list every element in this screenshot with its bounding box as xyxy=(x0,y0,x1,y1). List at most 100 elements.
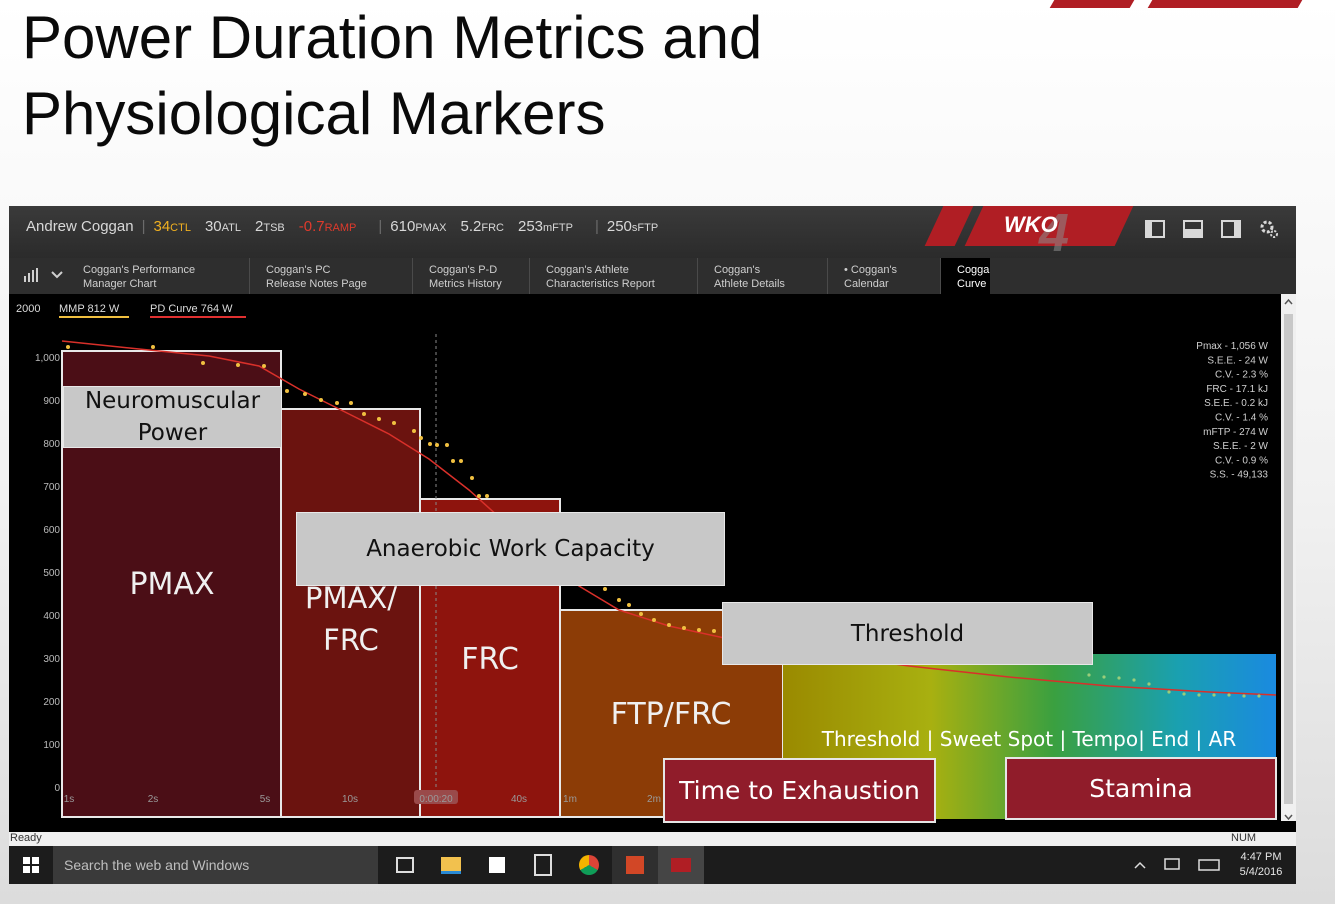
tab-label: • Coggan's xyxy=(844,264,898,276)
metric-pmax: 610 xyxy=(390,218,416,235)
tab-4[interactable]: Coggan's Athlete Details xyxy=(697,258,827,294)
legend-0: MMP 812 W xyxy=(59,303,120,315)
metric[interactable]: 5.2FRC xyxy=(461,218,504,235)
store-icon[interactable] xyxy=(474,846,520,884)
model-stat: S.E.E. - 24 W xyxy=(1207,355,1268,366)
tab-label: Release Notes Page xyxy=(266,278,367,290)
tab-label: Coggan's xyxy=(714,264,761,276)
tab-tools xyxy=(23,268,63,282)
taskbar-search-box[interactable]: Search the web and Windows xyxy=(53,846,378,884)
chart-bars-icon[interactable] xyxy=(23,268,39,282)
metric[interactable]: -0.7RAMP xyxy=(299,218,357,235)
bottom-panel-icon[interactable] xyxy=(1182,218,1204,240)
mmp-data-point xyxy=(682,626,686,630)
calculator-icon[interactable] xyxy=(520,846,566,884)
anaerobic-work-capacity-box: Anaerobic Work Capacity xyxy=(296,512,725,586)
mmp-data-point xyxy=(652,618,656,622)
mmp-data-point xyxy=(712,629,716,633)
settings-gear-icon[interactable] xyxy=(1258,218,1280,240)
x-tick-label: 40s xyxy=(511,794,527,805)
right-panel-icon[interactable] xyxy=(1220,218,1242,240)
windows-start-icon[interactable] xyxy=(23,857,39,873)
mmp-data-point xyxy=(477,494,481,498)
clock-date: 5/4/2016 xyxy=(1239,866,1283,878)
mmp-data-point xyxy=(435,443,439,447)
metric[interactable]: 2TSB xyxy=(255,218,285,235)
powerpoint-icon[interactable] xyxy=(612,846,658,884)
mmp-data-point xyxy=(639,612,643,616)
y-tick-label: 0 xyxy=(54,783,60,794)
metric[interactable]: 253mFTP xyxy=(518,218,573,235)
mmp-data-point xyxy=(603,587,607,591)
file-explorer-icon[interactable] xyxy=(428,846,474,884)
tab-label: Manager Chart xyxy=(83,278,157,290)
x-tick-label: 0:00:20 xyxy=(419,794,453,805)
metric-atl: 30 xyxy=(204,218,222,235)
tab-label: Coggan's P-D xyxy=(429,264,498,276)
model-stat: Pmax - 1,056 W xyxy=(1196,341,1268,352)
layout-icons xyxy=(1144,218,1280,240)
tab-3[interactable]: Coggan's Athlete Characteristics Report xyxy=(529,258,696,294)
task-view-icon[interactable] xyxy=(382,846,428,884)
mmp-data-point xyxy=(1132,678,1136,682)
athlete-name[interactable]: Andrew Coggan xyxy=(26,218,134,235)
tab-label: Athlete Details xyxy=(714,278,785,290)
mmp-data-point xyxy=(1242,694,1246,698)
metric[interactable]: 250sFTP xyxy=(607,218,658,235)
status-ready: Ready xyxy=(10,832,42,844)
left-panel-icon[interactable] xyxy=(1144,218,1166,240)
tab-0[interactable]: Coggan's Performance Manager Chart xyxy=(67,258,240,294)
taskbar-search-placeholder: Search the web and Windows xyxy=(64,857,250,873)
taskbar-clock[interactable]: 4:47 PM 5/4/2016 xyxy=(1231,850,1291,880)
tab-label: Coggan's PC xyxy=(266,264,331,276)
action-center-icon[interactable] xyxy=(1164,858,1180,872)
mmp-data-point xyxy=(485,494,489,498)
model-stat: FRC - 17.1 kJ xyxy=(1206,384,1268,395)
mmp-data-point xyxy=(377,417,381,421)
tab-label: Coggan's Performance xyxy=(83,264,196,276)
zone-label-3: FTP/FRC xyxy=(611,697,732,732)
mmp-data-point xyxy=(412,429,416,433)
corner-decoration xyxy=(1147,0,1303,8)
slide-title-line1: Power Duration Metrics and xyxy=(22,4,763,71)
keyboard-icon[interactable] xyxy=(1198,859,1220,871)
y-tick-label: 800 xyxy=(43,439,60,450)
mmp-data-point xyxy=(262,364,266,368)
y-tick-label: 400 xyxy=(43,611,60,622)
metric-sftp: 250 xyxy=(606,218,632,235)
y-tick-label: 100 xyxy=(43,740,60,751)
x-tick-label: 1m xyxy=(563,794,577,805)
tab-2[interactable]: Coggan's P-D Metrics History xyxy=(412,258,529,294)
x-tick-label: 1s xyxy=(64,794,75,805)
mmp-data-point xyxy=(1167,690,1171,694)
threshold-bands-label: Threshold | Sweet Spot | Tempo| End | AR xyxy=(821,727,1237,751)
chevron-up-icon[interactable] xyxy=(1134,860,1146,870)
mmp-data-point xyxy=(1087,673,1091,677)
tab-6[interactable]: Cogga Curve xyxy=(940,258,990,294)
zone-label-1b: FRC xyxy=(323,623,379,657)
metric-unit: sFTP xyxy=(631,222,659,234)
wko4-taskbar-icon[interactable] xyxy=(658,846,704,884)
chrome-icon[interactable] xyxy=(566,846,612,884)
mmp-data-point xyxy=(303,392,307,396)
tab-1[interactable]: Coggan's PC Release Notes Page xyxy=(249,258,404,294)
chevron-down-icon[interactable] xyxy=(51,270,63,280)
vertical-scrollbar[interactable] xyxy=(1281,294,1296,821)
metric[interactable]: 34CTL xyxy=(153,218,190,235)
metric[interactable]: 610PMAX xyxy=(390,218,446,235)
y-tick-label: 300 xyxy=(43,654,60,665)
mmp-data-point xyxy=(66,345,70,349)
x-tick-label: 2m xyxy=(647,794,661,805)
metric-unit: mFTP xyxy=(543,222,573,234)
mmp-data-point xyxy=(236,363,240,367)
metric-mftp: 253 xyxy=(517,218,544,235)
model-stat: C.V. - 0.9 % xyxy=(1215,455,1268,466)
status-num: NUM xyxy=(1231,832,1257,844)
tab-label: Coggan's Athlete xyxy=(546,264,629,276)
metric-unit: ATL xyxy=(221,222,241,234)
windows-taskbar: Search the web and Windows 4:47 PM 5/4/2… xyxy=(9,846,1296,884)
tab-5[interactable]: • Coggan's Calendar xyxy=(827,258,940,294)
neuromuscular-power-box: Neuromuscular Power xyxy=(63,386,282,448)
metric[interactable]: 30ATL xyxy=(205,218,241,235)
threshold-box: Threshold xyxy=(722,602,1093,665)
